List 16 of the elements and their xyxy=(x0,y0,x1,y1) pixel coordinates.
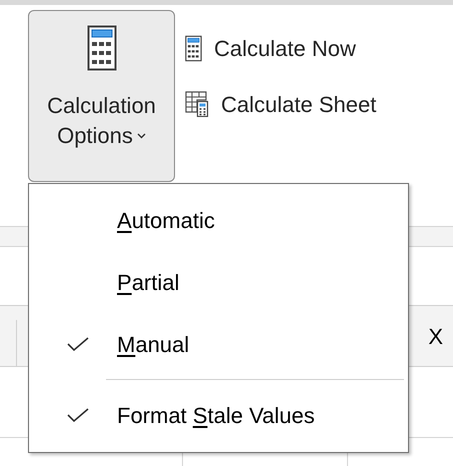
menu-item-label: Automatic xyxy=(117,206,215,234)
menu-item-label: Manual xyxy=(117,330,190,358)
menu-item[interactable]: Partial xyxy=(29,251,408,313)
calculator-icon xyxy=(185,34,202,62)
menu-item-label: Partial xyxy=(117,268,180,296)
calculator-icon xyxy=(86,25,116,71)
ribbon-command[interactable]: Calculate Sheet xyxy=(185,84,376,124)
menu-item[interactable]: Manual xyxy=(29,313,408,375)
menu-item[interactable]: Automatic xyxy=(29,189,408,251)
ribbon-command[interactable]: Calculate Now xyxy=(185,28,376,68)
menu-item[interactable]: Format Stale Values xyxy=(29,384,408,446)
caret-icon xyxy=(136,133,146,139)
menu-item-label: Format Stale Values xyxy=(117,402,315,430)
column-header[interactable]: X xyxy=(428,320,443,352)
calculation-options-button[interactable]: Calculation Options xyxy=(28,10,175,182)
sheet-calculator-icon xyxy=(185,91,209,117)
